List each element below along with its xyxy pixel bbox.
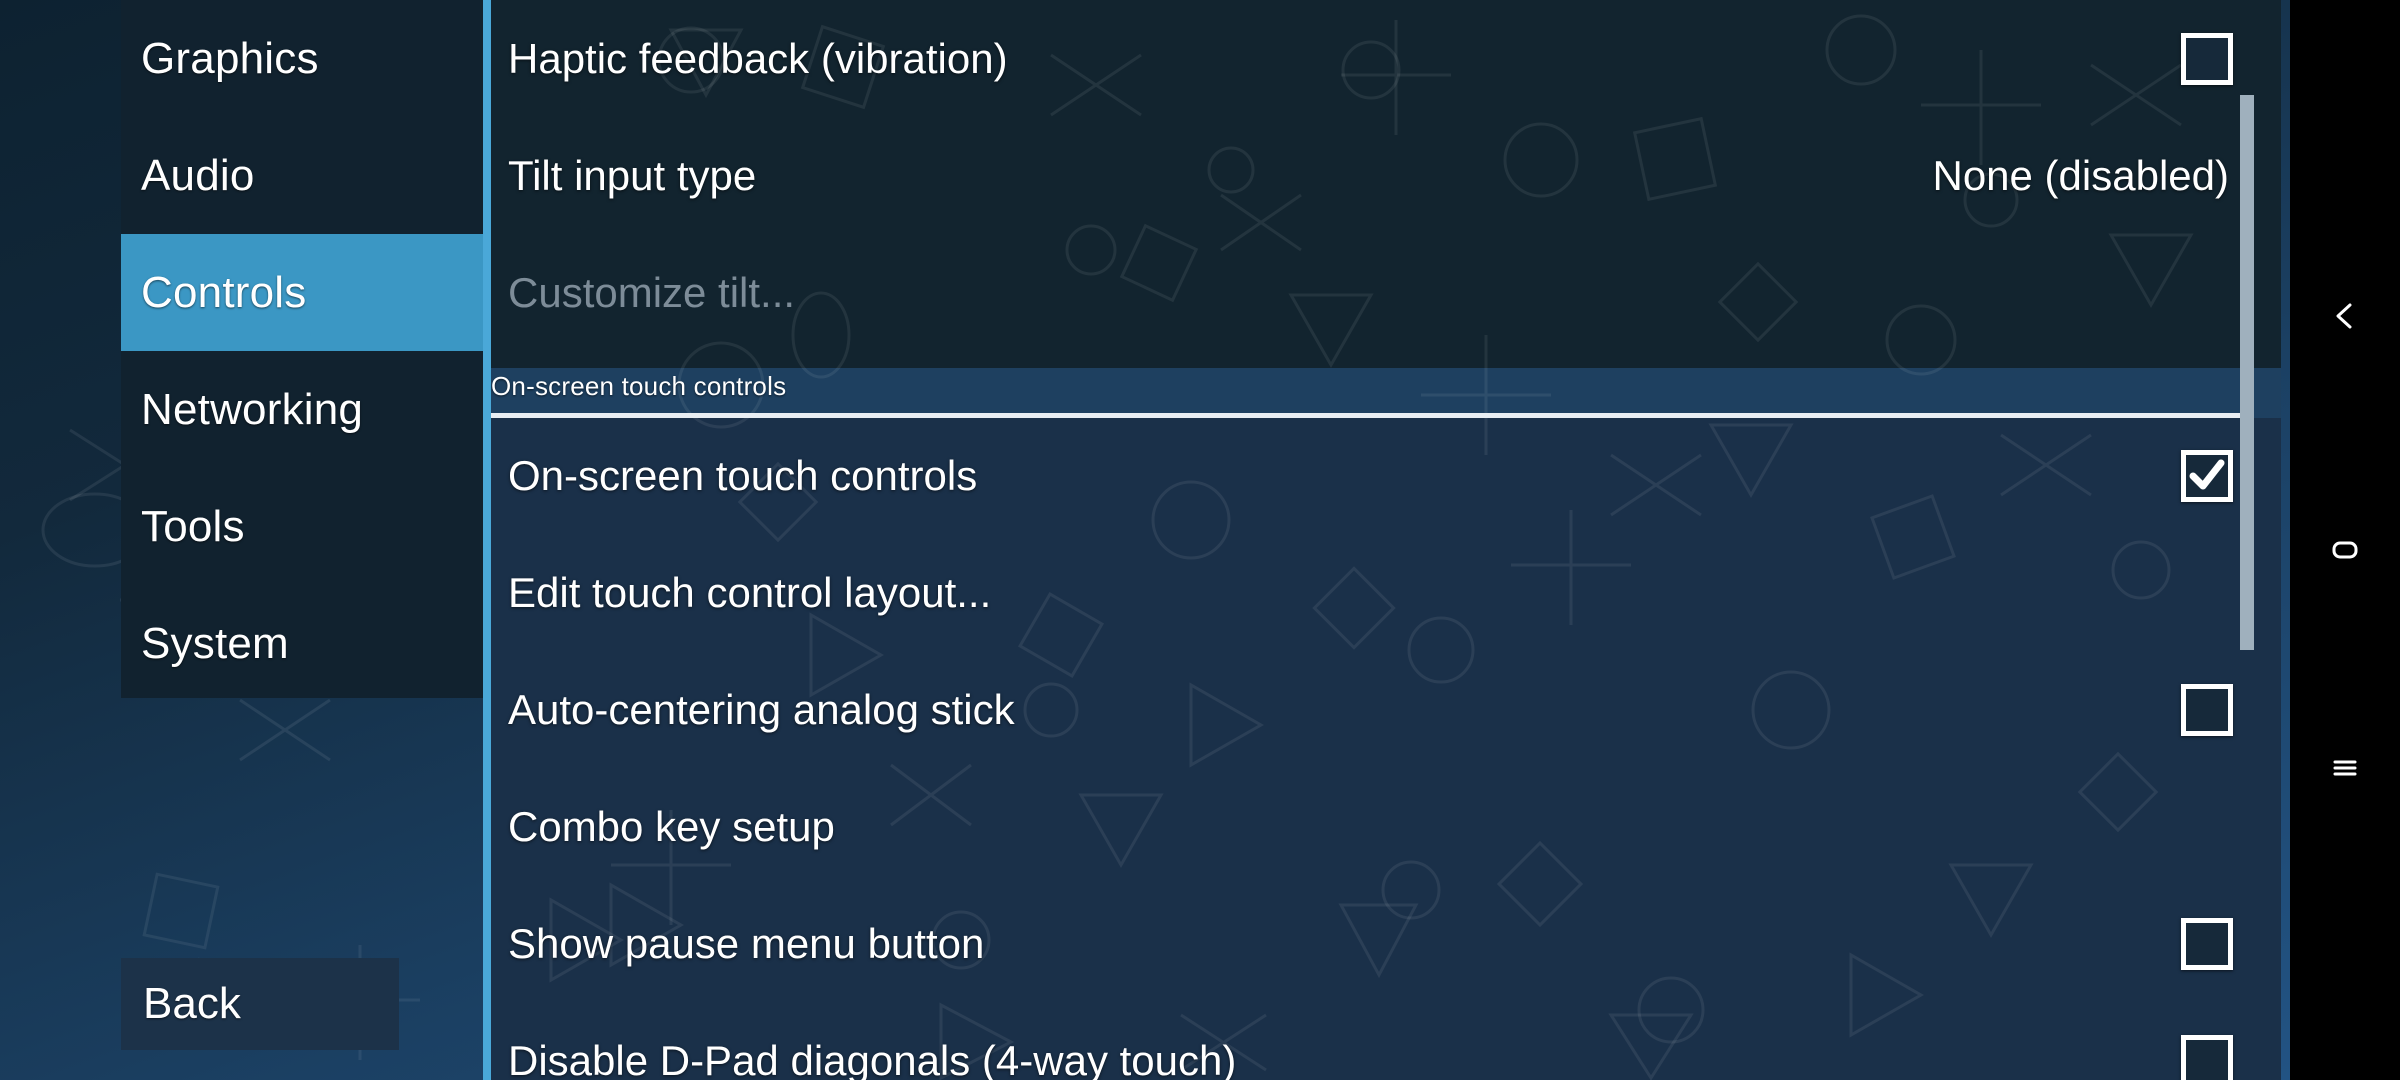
sidebar-item-label: System <box>141 618 289 668</box>
sidebar-item-label: Controls <box>141 267 307 317</box>
checkbox-unchecked[interactable] <box>2181 683 2233 736</box>
checkbox-unchecked[interactable] <box>2181 1034 2233 1080</box>
checkmark-icon <box>2189 459 2225 489</box>
sidebar-accent-border <box>483 0 491 1080</box>
nav-home-button[interactable] <box>2290 510 2400 590</box>
settings-row-label: Auto-centering analog stick <box>508 685 1015 733</box>
sidebar-item-controls[interactable]: Controls <box>121 234 483 351</box>
settings-row[interactable]: Haptic feedback (vibration) <box>491 0 2281 117</box>
settings-list[interactable]: Haptic feedback (vibration) Tilt input ty… <box>491 0 2281 1080</box>
sidebar-item-tools[interactable]: Tools <box>121 468 483 585</box>
sidebar-item-label: Tools <box>141 501 245 551</box>
back-button[interactable]: Back <box>121 958 399 1050</box>
sidebar-items: Graphics Audio Controls Networking Tools Syst… <box>121 0 483 702</box>
settings-row: Customize tilt... <box>491 234 2281 351</box>
settings-row[interactable]: On-screen touch controls <box>491 417 2281 534</box>
sidebar-item-audio[interactable]: Audio <box>121 117 483 234</box>
settings-row-value: None (disabled) <box>1932 151 2229 199</box>
sidebar[interactable]: Graphics Audio Controls Networking Tools Syst… <box>121 0 483 1080</box>
sidebar-item-system[interactable]: System <box>121 585 483 702</box>
settings-row[interactable]: Edit touch control layout... <box>491 534 2281 651</box>
settings-row[interactable]: Combo key setup <box>491 768 2281 885</box>
screen: Haptic feedback (vibration) Tilt input ty… <box>0 0 2400 1080</box>
settings-row-label: Combo key setup <box>508 802 835 850</box>
android-nav-bar[interactable] <box>2290 0 2400 1080</box>
home-rounded-rect-icon <box>2332 541 2358 559</box>
back-button-label: Back <box>143 979 241 1028</box>
settings-row[interactable]: Show pause menu button <box>491 885 2281 1002</box>
nav-recents-button[interactable] <box>2290 728 2400 808</box>
sidebar-item-label: Graphics <box>141 33 319 83</box>
sidebar-back-wrapper: Back <box>121 958 399 1050</box>
section-header-label: On-screen touch controls <box>491 371 787 401</box>
sidebar-item-label: Networking <box>141 384 364 434</box>
settings-row[interactable]: Disable D-Pad diagonals (4-way touch) <box>491 1002 2281 1080</box>
section-header-rule <box>491 413 2251 418</box>
settings-row[interactable]: Tilt input type None (disabled) <box>491 117 2281 234</box>
checkbox-checked[interactable] <box>2181 449 2233 502</box>
settings-row-label: On-screen touch controls <box>508 451 978 499</box>
settings-row-label: Haptic feedback (vibration) <box>508 34 1008 82</box>
sidebar-item-graphics[interactable]: Graphics <box>121 0 483 117</box>
checkbox-unchecked[interactable] <box>2181 917 2233 970</box>
settings-row[interactable]: Auto-centering analog stick <box>491 651 2281 768</box>
sidebar-item-label: Audio <box>141 150 255 200</box>
settings-row-label: Edit touch control layout... <box>508 568 992 616</box>
settings-row-label: Tilt input type <box>508 151 757 199</box>
settings-row-label: Show pause menu button <box>508 919 985 967</box>
settings-row-label: Disable D-Pad diagonals (4-way touch) <box>508 1036 1237 1080</box>
sidebar-item-networking[interactable]: Networking <box>121 351 483 468</box>
checkbox-unchecked[interactable] <box>2181 32 2233 85</box>
scrollbar-thumb[interactable] <box>2240 95 2254 650</box>
nav-back-spacer <box>2290 312 2400 392</box>
recents-hamburger-icon <box>2333 760 2357 776</box>
settings-row-label: Customize tilt... <box>508 268 796 316</box>
